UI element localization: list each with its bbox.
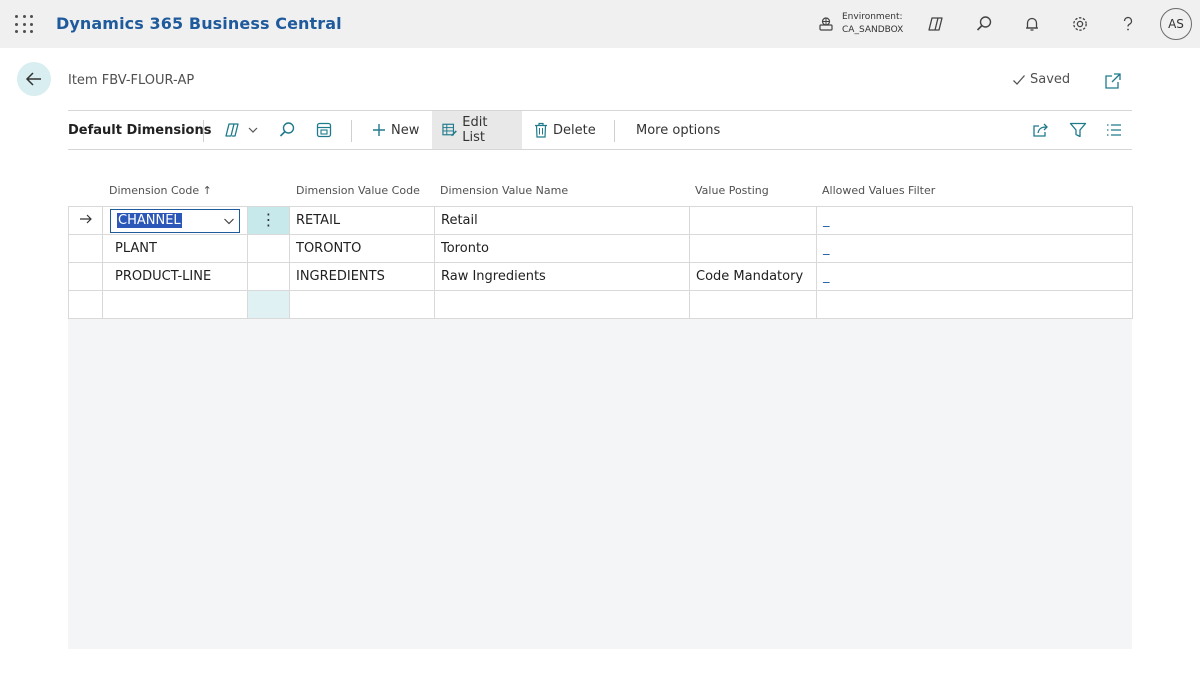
table-row-new[interactable] (68, 290, 1133, 319)
dimension-code-cell[interactable]: PLANT (102, 234, 248, 263)
share-icon (1033, 123, 1048, 137)
grid-empty-area (68, 318, 1132, 649)
edit-list-label: Edit List (462, 115, 488, 145)
row-indicator (68, 290, 103, 319)
table-row[interactable]: CHANNEL ⋮ RETAIL Retail _ (68, 206, 1133, 235)
column-header-dimension-code[interactable]: Dimension Code ↑ (109, 184, 212, 197)
save-status: Saved (1012, 72, 1070, 87)
plus-icon (373, 124, 385, 136)
back-arrow-icon (25, 72, 41, 86)
delete-label: Delete (553, 122, 596, 138)
sort-indicator: ↑ (202, 184, 212, 197)
dimension-value-code-cell[interactable]: TORONTO (289, 234, 435, 263)
row-actions-cell[interactable] (247, 262, 290, 291)
allowed-values-filter-cell[interactable]: _ (816, 206, 1133, 235)
trash-icon (535, 122, 547, 138)
action-bar: Default Dimensions New Edit List Delete … (68, 110, 1132, 150)
more-options-button[interactable]: More options (636, 111, 720, 149)
dimension-value-name-cell[interactable]: Raw Ingredients (434, 262, 690, 291)
waffle-icon[interactable] (15, 15, 33, 33)
share-button[interactable] (1032, 111, 1055, 149)
dimension-value-name-cell[interactable]: Toronto (434, 234, 690, 263)
popout-icon[interactable] (1104, 72, 1122, 90)
avatar[interactable]: AS (1160, 8, 1192, 40)
part-title: Default Dimensions (68, 122, 212, 138)
app-title[interactable]: Dynamics 365 Business Central (56, 14, 342, 33)
filter-icon (1069, 122, 1087, 138)
gear-icon[interactable] (1068, 12, 1092, 36)
search-list-button[interactable] (278, 111, 301, 149)
edit-list-icon (442, 123, 457, 137)
column-header-label: Dimension Code (109, 184, 200, 197)
delete-button[interactable]: Delete (534, 111, 596, 149)
search-icon (279, 122, 295, 137)
chevron-down-icon[interactable] (223, 215, 235, 227)
dimension-code-input[interactable]: CHANNEL (110, 208, 240, 233)
dimension-code-cell[interactable]: PRODUCT-LINE (102, 262, 248, 291)
value-posting-cell[interactable] (689, 290, 817, 319)
column-header-value-posting[interactable]: Value Posting (695, 184, 769, 197)
column-header-dimension-value-code[interactable]: Dimension Value Code (296, 184, 420, 197)
environment-label: Environment: (842, 12, 903, 22)
row-arrow-icon (79, 214, 92, 223)
row-actions-cell[interactable]: ⋮ (247, 206, 290, 235)
row-indicator (68, 206, 103, 235)
value-posting-cell[interactable] (689, 234, 817, 263)
search-icon[interactable] (972, 12, 996, 36)
environment-value: CA_SANDBOX (842, 25, 904, 35)
allowed-values-filter-cell[interactable]: _ (816, 262, 1133, 291)
kebab-icon[interactable]: ⋮ (261, 210, 277, 229)
back-button[interactable] (17, 62, 51, 96)
allowed-values-filter-link[interactable]: _ (823, 213, 830, 228)
allowed-values-filter-cell[interactable]: _ (816, 234, 1133, 263)
edit-list-button[interactable]: Edit List (432, 111, 522, 149)
dimensions-grid: CHANNEL ⋮ RETAIL Retail _ PLANT TORONTO … (68, 206, 1133, 319)
personalize-button[interactable] (316, 111, 337, 149)
dimension-value-code-cell[interactable] (289, 290, 435, 319)
allowed-values-filter-link[interactable]: _ (823, 241, 830, 256)
help-icon[interactable] (1116, 12, 1140, 36)
environment-icon (819, 17, 833, 31)
bell-icon[interactable] (1020, 12, 1044, 36)
save-status-label: Saved (1030, 72, 1071, 87)
checkmark-icon (1013, 74, 1025, 85)
dimension-code-cell[interactable]: CHANNEL (102, 206, 248, 235)
divider (203, 120, 204, 142)
list-view-button[interactable] (1106, 111, 1127, 149)
filter-button[interactable] (1069, 111, 1092, 149)
analyze-icon (225, 123, 239, 137)
dimension-value-code-cell[interactable]: INGREDIENTS (289, 262, 435, 291)
dimension-value-name-cell[interactable]: Retail (434, 206, 690, 235)
row-indicator (68, 234, 103, 263)
allowed-values-filter-link[interactable]: _ (823, 269, 830, 284)
chevron-down-icon (248, 127, 258, 133)
personalize-icon (316, 122, 332, 138)
dimension-code-cell[interactable] (102, 290, 248, 319)
column-header-allowed-values-filter[interactable]: Allowed Values Filter (822, 184, 935, 197)
row-actions-cell[interactable] (247, 234, 290, 263)
new-label: New (391, 122, 420, 138)
app-bar: Dynamics 365 Business Central Environmen… (0, 0, 1200, 48)
row-actions-cell[interactable] (247, 290, 290, 319)
environment-indicator[interactable]: Environment: CA_SANDBOX (818, 10, 903, 38)
new-button[interactable]: New (372, 111, 419, 149)
analyze-button[interactable] (224, 111, 264, 149)
list-view-icon (1107, 124, 1121, 136)
table-row[interactable]: PLANT TORONTO Toronto _ (68, 234, 1133, 263)
table-row[interactable]: PRODUCT-LINE INGREDIENTS Raw Ingredients… (68, 262, 1133, 291)
page-title: Item FBV-FLOUR-AP (68, 73, 195, 88)
copilot-icon[interactable] (924, 12, 948, 36)
dimension-code-value: PLANT (115, 241, 157, 256)
row-indicator (68, 262, 103, 291)
allowed-values-filter-cell[interactable] (816, 290, 1133, 319)
column-header-dimension-value-name[interactable]: Dimension Value Name (440, 184, 568, 197)
divider (351, 120, 352, 142)
divider (614, 120, 615, 142)
value-posting-cell[interactable] (689, 206, 817, 235)
value-posting-cell[interactable]: Code Mandatory (689, 262, 817, 291)
dimension-value-name-cell[interactable] (434, 290, 690, 319)
dimension-code-value: CHANNEL (117, 213, 182, 228)
dimension-value-code-cell[interactable]: RETAIL (289, 206, 435, 235)
dimension-code-value: PRODUCT-LINE (115, 269, 212, 284)
